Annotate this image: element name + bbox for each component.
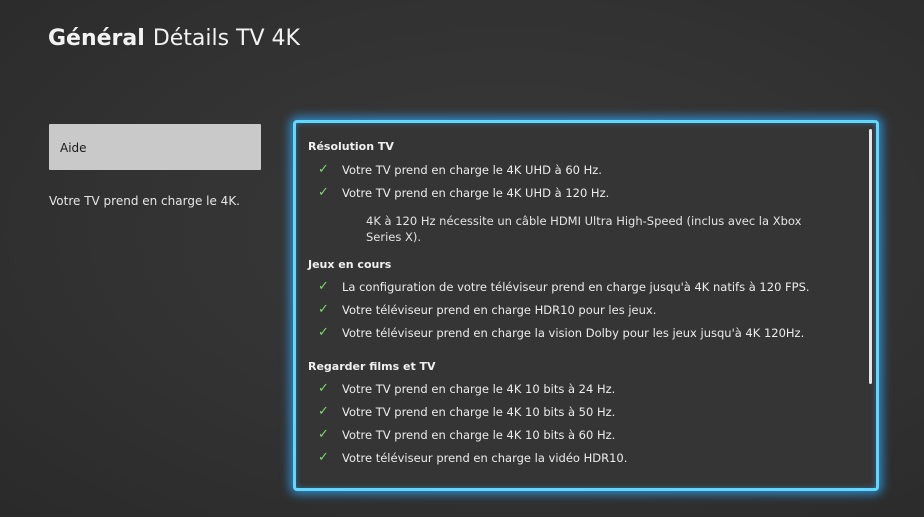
hdmi-cable-note: 4K à 120 Hz nécessite un câble HDMI Ultr… bbox=[366, 214, 802, 244]
page-title: Détails TV 4K bbox=[152, 26, 300, 51]
item-text: Votre TV prend en charge le 4K 10 bits à… bbox=[342, 382, 616, 396]
list-item: ✓ Votre téléviseur prend en charge la vi… bbox=[308, 450, 860, 466]
list-item: ✓ Votre TV prend en charge le 4K 10 bits… bbox=[308, 404, 860, 420]
group-title-resolution: Résolution TV bbox=[308, 140, 394, 153]
details-list: Résolution TV ✓ Votre TV prend en charge… bbox=[308, 139, 860, 466]
help-button[interactable]: Aide bbox=[49, 124, 261, 170]
list-item: ✓ Votre téléviseur prend en charge la vi… bbox=[308, 325, 860, 341]
item-text: Votre TV prend en charge le 4K UHD à 60 … bbox=[342, 163, 602, 177]
item-text: Votre TV prend en charge le 4K 10 bits à… bbox=[342, 405, 616, 419]
check-icon: ✓ bbox=[318, 185, 329, 200]
group-title-gaming: Jeux en cours bbox=[308, 258, 392, 271]
item-text: La configuration de votre téléviseur pre… bbox=[342, 280, 810, 294]
item-text: Votre téléviseur prend en charge la visi… bbox=[342, 326, 805, 340]
page-header: Général Détails TV 4K bbox=[48, 26, 300, 51]
check-icon: ✓ bbox=[318, 325, 329, 340]
item-text: Votre TV prend en charge le 4K 10 bits à… bbox=[342, 428, 616, 442]
group-title-movies-tv: Regarder films et TV bbox=[308, 360, 436, 373]
page-section: Général bbox=[48, 26, 145, 51]
list-item: ✓ Votre TV prend en charge le 4K UHD à 1… bbox=[308, 185, 860, 201]
list-item: ✓ Votre TV prend en charge le 4K UHD à 6… bbox=[308, 162, 860, 178]
item-text: Votre téléviseur prend en charge HDR10 p… bbox=[342, 303, 657, 317]
list-item: ✓ Votre TV prend en charge le 4K 10 bits… bbox=[308, 381, 860, 397]
check-icon: ✓ bbox=[318, 279, 329, 294]
details-scrollbar[interactable] bbox=[869, 129, 872, 384]
tv-support-summary: Votre TV prend en charge le 4K. bbox=[49, 194, 240, 208]
check-icon: ✓ bbox=[318, 302, 329, 317]
check-icon: ✓ bbox=[318, 162, 329, 177]
check-icon: ✓ bbox=[318, 427, 329, 442]
list-item: ✓ Votre TV prend en charge le 4K 10 bits… bbox=[308, 427, 860, 443]
item-text: Votre téléviseur prend en charge la vidé… bbox=[342, 451, 628, 465]
list-item: ✓ Votre téléviseur prend en charge HDR10… bbox=[308, 302, 860, 318]
check-icon: ✓ bbox=[318, 404, 329, 419]
check-icon: ✓ bbox=[318, 450, 329, 465]
check-icon: ✓ bbox=[318, 381, 329, 396]
details-panel[interactable]: Résolution TV ✓ Votre TV prend en charge… bbox=[293, 120, 879, 491]
item-text: Votre TV prend en charge le 4K UHD à 120… bbox=[342, 186, 610, 200]
left-pane: Aide Votre TV prend en charge le 4K. bbox=[49, 124, 261, 208]
list-item: ✓ La configuration de votre téléviseur p… bbox=[308, 279, 860, 295]
